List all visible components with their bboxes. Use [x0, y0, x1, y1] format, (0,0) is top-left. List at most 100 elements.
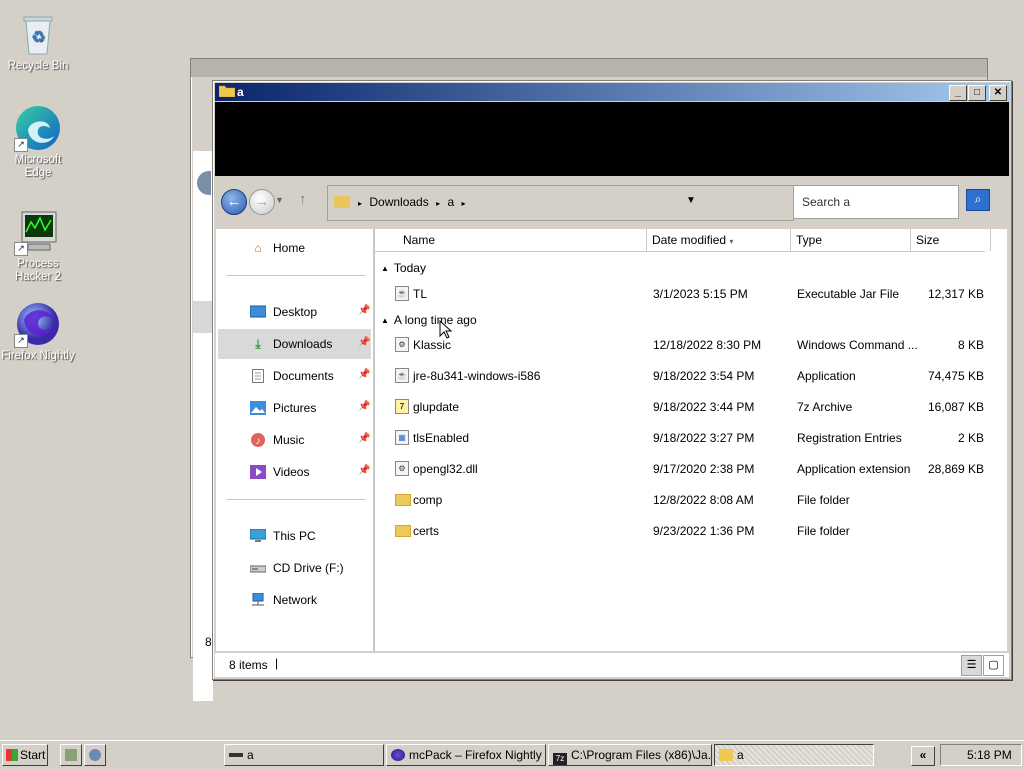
explorer-window[interactable]: a _ □ ✕ ← → ▼ ↑ ▸ Downloads ▸ a ▸ ▼ ⟳ ⌕ — [212, 80, 1012, 680]
breadcrumb-downloads[interactable]: Downloads — [369, 195, 428, 209]
window-titlebar[interactable]: a _ □ ✕ — [215, 83, 1009, 101]
show-desktop-button[interactable] — [60, 744, 82, 766]
search-box[interactable] — [793, 185, 959, 219]
desktop-icon — [249, 305, 267, 319]
address-dropdown-button[interactable]: ▼ — [686, 195, 696, 206]
clock[interactable]: 5:18 PM — [967, 748, 1012, 762]
nav-item-label: Home — [273, 241, 306, 255]
column-size[interactable]: Size — [911, 229, 991, 251]
recent-locations-dropdown[interactable]: ▼ — [275, 195, 284, 205]
desktop-icon-process-hacker[interactable]: ↗ Process Hacker 2 — [0, 208, 76, 284]
nav-item-network[interactable]: Network — [218, 585, 371, 615]
nav-item-documents[interactable]: Documents 📌 — [218, 361, 371, 391]
task-label: C:\Program Files (x86)\Ja... — [571, 748, 712, 762]
up-button[interactable]: ↑ — [299, 191, 307, 208]
system-tray: « 5:18 PM — [911, 744, 1022, 766]
collapse-chevron-icon[interactable]: ▲ — [381, 316, 389, 325]
nav-item-cd-drive[interactable]: CD Drive (F:) — [218, 553, 371, 583]
background-back-button[interactable] — [197, 171, 211, 195]
collapse-chevron-icon[interactable]: ▲ — [381, 264, 389, 273]
videos-icon — [250, 465, 266, 479]
file-name: comp — [413, 493, 443, 507]
address-bar[interactable]: ▸ Downloads ▸ a ▸ ▼ ⟳ — [327, 185, 888, 221]
nav-item-videos[interactable]: Videos 📌 — [218, 457, 371, 487]
group-header-a-long-time-ago[interactable]: ▲ A long time ago — [381, 313, 477, 327]
tray-expand-button[interactable]: « — [911, 746, 935, 766]
desktop-icon-recycle-bin[interactable]: ♻ Recycle Bin — [0, 10, 76, 73]
task-button-console[interactable]: a — [224, 744, 384, 766]
search-button[interactable]: ⌕ — [966, 189, 990, 211]
pin-icon[interactable]: 📌 — [358, 433, 370, 444]
arrow-right-icon: → — [254, 193, 270, 210]
search-input[interactable] — [800, 194, 954, 210]
list-item[interactable]: ⚙ Klassic 12/18/2022 8:30 PM Windows Com… — [375, 334, 1007, 356]
pin-icon[interactable]: 📌 — [358, 305, 370, 316]
column-date-modified[interactable]: Date modified ▾ — [647, 229, 791, 251]
minimize-button[interactable]: _ — [949, 85, 967, 101]
status-separator: | — [275, 656, 279, 670]
nav-item-label: Downloads — [273, 337, 333, 351]
list-item[interactable]: certs 9/23/2022 1:36 PM File folder — [375, 520, 1007, 542]
column-type[interactable]: Type — [791, 229, 911, 251]
windows-logo-icon — [6, 749, 18, 761]
navigation-pane[interactable]: ⌂ Home Desktop 📌 ⤓ Downloads 📌 Documents… — [216, 229, 375, 651]
file-type: File folder — [797, 524, 850, 538]
file-date: 12/18/2022 8:30 PM — [653, 338, 762, 352]
group-title: A long time ago — [393, 313, 477, 327]
nav-item-this-pc[interactable]: This PC — [218, 521, 371, 551]
file-type: Application — [797, 369, 856, 383]
file-size: 28,869 KB — [927, 462, 984, 476]
nav-item-downloads[interactable]: ⤓ Downloads 📌 — [218, 329, 371, 359]
pin-icon[interactable]: 📌 — [358, 465, 370, 476]
task-button-firefox[interactable]: mcPack – Firefox Nightly — [386, 744, 546, 766]
large-icons-view-button[interactable]: ▢ — [983, 655, 1004, 676]
list-item[interactable]: ☕ jre-8u341-windows-i586 9/18/2022 3:54 … — [375, 365, 1007, 387]
nav-item-label: Music — [273, 433, 305, 447]
task-button-7zip[interactable]: 7z C:\Program Files (x86)\Ja... — [548, 744, 712, 766]
column-label: Date modified — [652, 233, 727, 247]
start-button[interactable]: Start — [2, 744, 48, 766]
list-item[interactable]: 7 glupdate 9/18/2022 3:44 PM 7z Archive … — [375, 396, 1007, 418]
task-button-explorer[interactable]: a — [714, 744, 874, 766]
desktop-icon-label: Microsoft Edge — [14, 154, 62, 179]
file-size: 2 KB — [957, 431, 984, 445]
7zip-icon: 7z — [553, 753, 567, 765]
pin-icon[interactable]: 📌 — [358, 401, 370, 412]
list-item[interactable]: ▦ tlsEnabled 9/18/2022 3:27 PM Registrat… — [375, 427, 1007, 449]
background-window-titlebar[interactable] — [191, 59, 987, 77]
back-button[interactable]: ← — [221, 189, 247, 215]
nav-item-desktop[interactable]: Desktop 📌 — [218, 297, 371, 327]
task-label: a — [247, 748, 254, 762]
documents-icon — [250, 369, 266, 383]
group-header-today[interactable]: ▲ Today — [381, 261, 426, 275]
file-type: File folder — [797, 493, 850, 507]
forward-button[interactable]: → — [249, 189, 275, 215]
list-item[interactable]: ⚙ opengl32.dll 9/17/2020 2:38 PM Applica… — [375, 458, 1007, 480]
breadcrumb-chevron-icon[interactable]: ▸ — [358, 199, 362, 208]
close-button[interactable]: ✕ — [989, 85, 1007, 101]
column-name[interactable]: Name — [375, 229, 647, 251]
vertical-scrollbar[interactable] — [985, 251, 1007, 651]
download-icon: ⤓ — [255, 337, 261, 351]
list-item[interactable]: comp 12/8/2022 8:08 AM File folder — [375, 489, 1007, 511]
nav-item-music[interactable]: ♪ Music 📌 — [218, 425, 371, 455]
desktop-icon-firefox-nightly[interactable]: ↗ Firefox Nightly — [0, 300, 76, 363]
file-size: 16,087 KB — [927, 400, 984, 414]
desktop-icon-microsoft-edge[interactable]: ↗ Microsoft Edge — [0, 104, 76, 180]
details-view-button[interactable]: ☰ — [961, 655, 982, 676]
background-window-edge — [193, 151, 213, 701]
breadcrumb-chevron-icon[interactable]: ▸ — [436, 199, 440, 208]
breadcrumb-chevron-icon[interactable]: ▸ — [461, 199, 465, 208]
pin-icon[interactable]: 📌 — [358, 369, 370, 380]
nav-item-home[interactable]: ⌂ Home — [218, 233, 371, 263]
file-list[interactable]: Name Date modified ▾ Type Size ▲ Today ☕ … — [375, 229, 1007, 651]
nav-item-pictures[interactable]: Pictures 📌 — [218, 393, 371, 423]
list-item[interactable]: ☕ TL 3/1/2023 5:15 PM Executable Jar Fil… — [375, 283, 1007, 305]
nav-item-label: Network — [273, 593, 318, 607]
desktop-icon-label: Firefox Nightly — [1, 350, 75, 362]
quicklaunch-button[interactable] — [84, 744, 106, 766]
pin-icon[interactable]: 📌 — [358, 337, 370, 348]
maximize-button[interactable]: □ — [968, 85, 986, 101]
breadcrumb-a[interactable]: a — [447, 195, 454, 209]
edge-icon: ↗ — [14, 104, 62, 152]
